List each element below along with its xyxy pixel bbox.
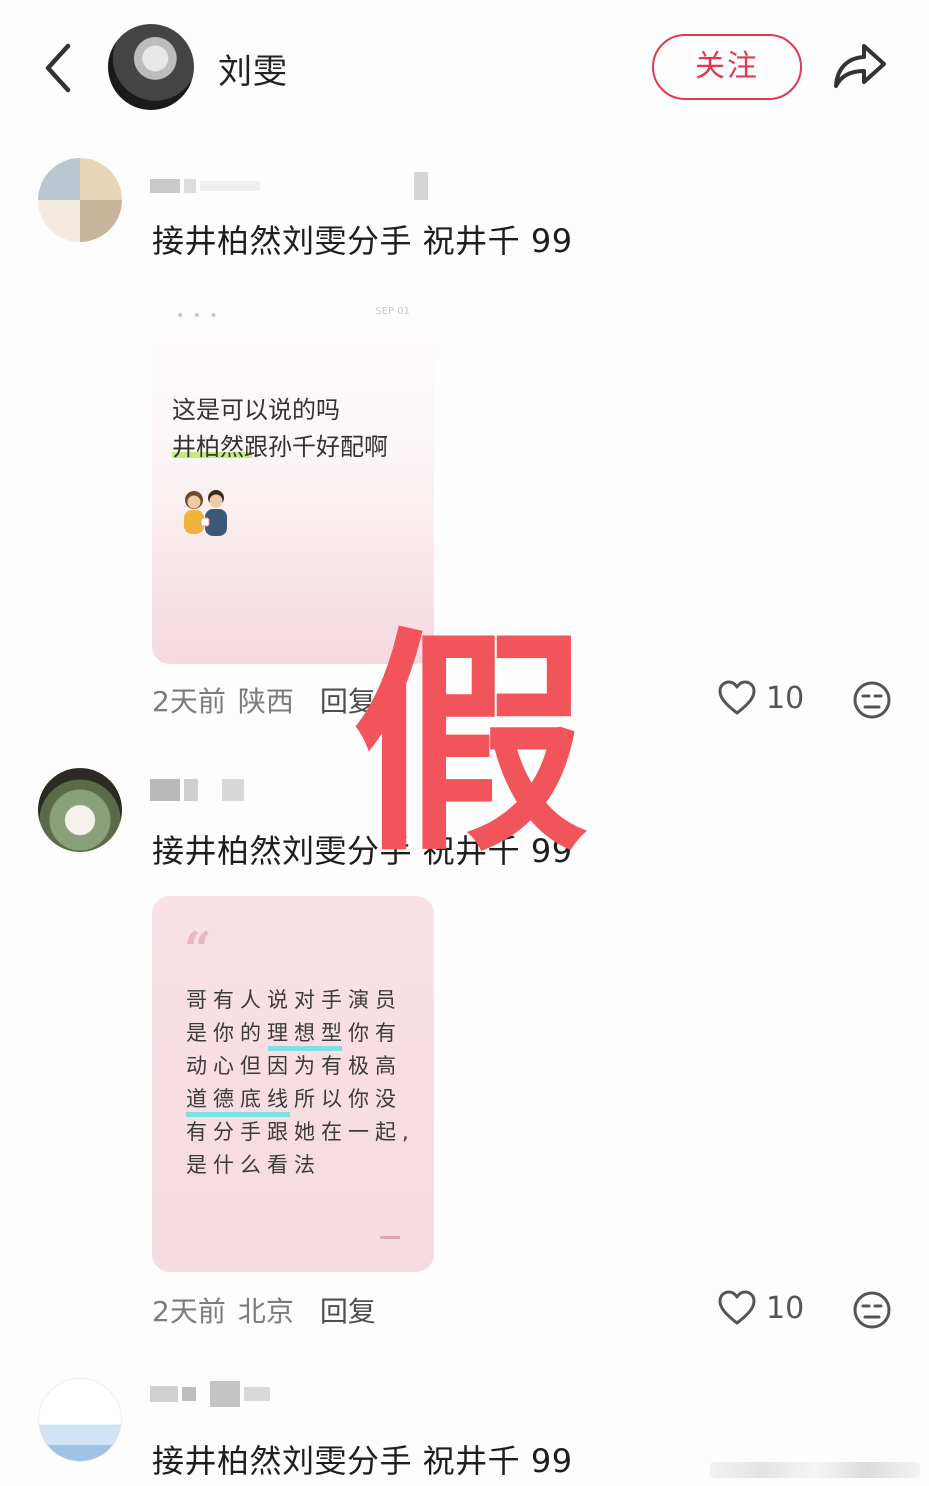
watermark-blur	[710, 1462, 920, 1478]
fake-stamp-overlay: 假	[352, 608, 589, 883]
like-count: 10	[766, 1290, 805, 1326]
comment-location: 北京	[237, 1295, 294, 1328]
comment-text: 接井柏然刘雯分手 祝井千 99	[152, 1442, 573, 1480]
reply-button[interactable]: 回复	[320, 1290, 376, 1330]
image-text-line: 哥有人说对手演员	[186, 988, 402, 1012]
comment-time: 2天前	[152, 685, 226, 718]
heart-icon	[718, 680, 756, 715]
quote-mark-icon: “	[184, 922, 212, 978]
image-text-line: 道德底线所以你没	[186, 1087, 402, 1111]
commenter-username-blurred[interactable]	[150, 779, 244, 801]
share-icon	[834, 44, 886, 88]
like-button[interactable]: 10	[718, 680, 804, 716]
back-button[interactable]	[38, 40, 78, 96]
top-bar: 刘雯 关注	[0, 0, 929, 135]
commenter-avatar[interactable]	[38, 1378, 122, 1462]
back-arrow-icon	[45, 43, 71, 93]
share-button[interactable]	[832, 40, 888, 92]
comment-text: 接井柏然刘雯分手 祝井千 99	[152, 222, 573, 260]
comment-meta: 2天前 北京 回复	[152, 1290, 376, 1330]
image-text-line: 是什么看法	[186, 1153, 321, 1177]
author-avatar[interactable]	[108, 24, 194, 110]
author-name[interactable]: 刘雯	[218, 44, 288, 93]
commenter-username-blurred[interactable]	[150, 172, 428, 200]
image-text-line: 有分手跟她在一起,	[186, 1120, 415, 1144]
like-button[interactable]: 10	[718, 1290, 804, 1326]
image-text-line: 井柏然跟孙千好配啊	[172, 433, 388, 461]
comment-meta: 2天前 陕西 回复	[152, 680, 376, 720]
comment-image[interactable]: “ 哥有人说对手演员 是你的理想型你有 动心但因为有极高 道德底线所以你没 有分…	[152, 896, 434, 1272]
comment-location: 陕西	[237, 685, 294, 718]
comment-time: 2天前	[152, 1295, 226, 1328]
like-count: 10	[766, 680, 805, 716]
image-text-line: 动心但因为有极高	[186, 1054, 402, 1078]
couple-illustration	[184, 490, 227, 536]
image-tag: SEP 01	[375, 306, 410, 317]
emoji-react-icon[interactable]	[852, 1290, 892, 1330]
commenter-avatar[interactable]	[38, 768, 122, 852]
image-text-line: 这是可以说的吗	[172, 396, 340, 424]
heart-icon	[718, 1290, 756, 1325]
emoji-react-icon[interactable]	[852, 680, 892, 720]
commenter-username-blurred[interactable]	[150, 1381, 270, 1407]
follow-button[interactable]: 关注	[652, 34, 802, 100]
commenter-avatar[interactable]	[38, 158, 122, 242]
image-text-line: 是你的理想型你有	[186, 1021, 402, 1045]
